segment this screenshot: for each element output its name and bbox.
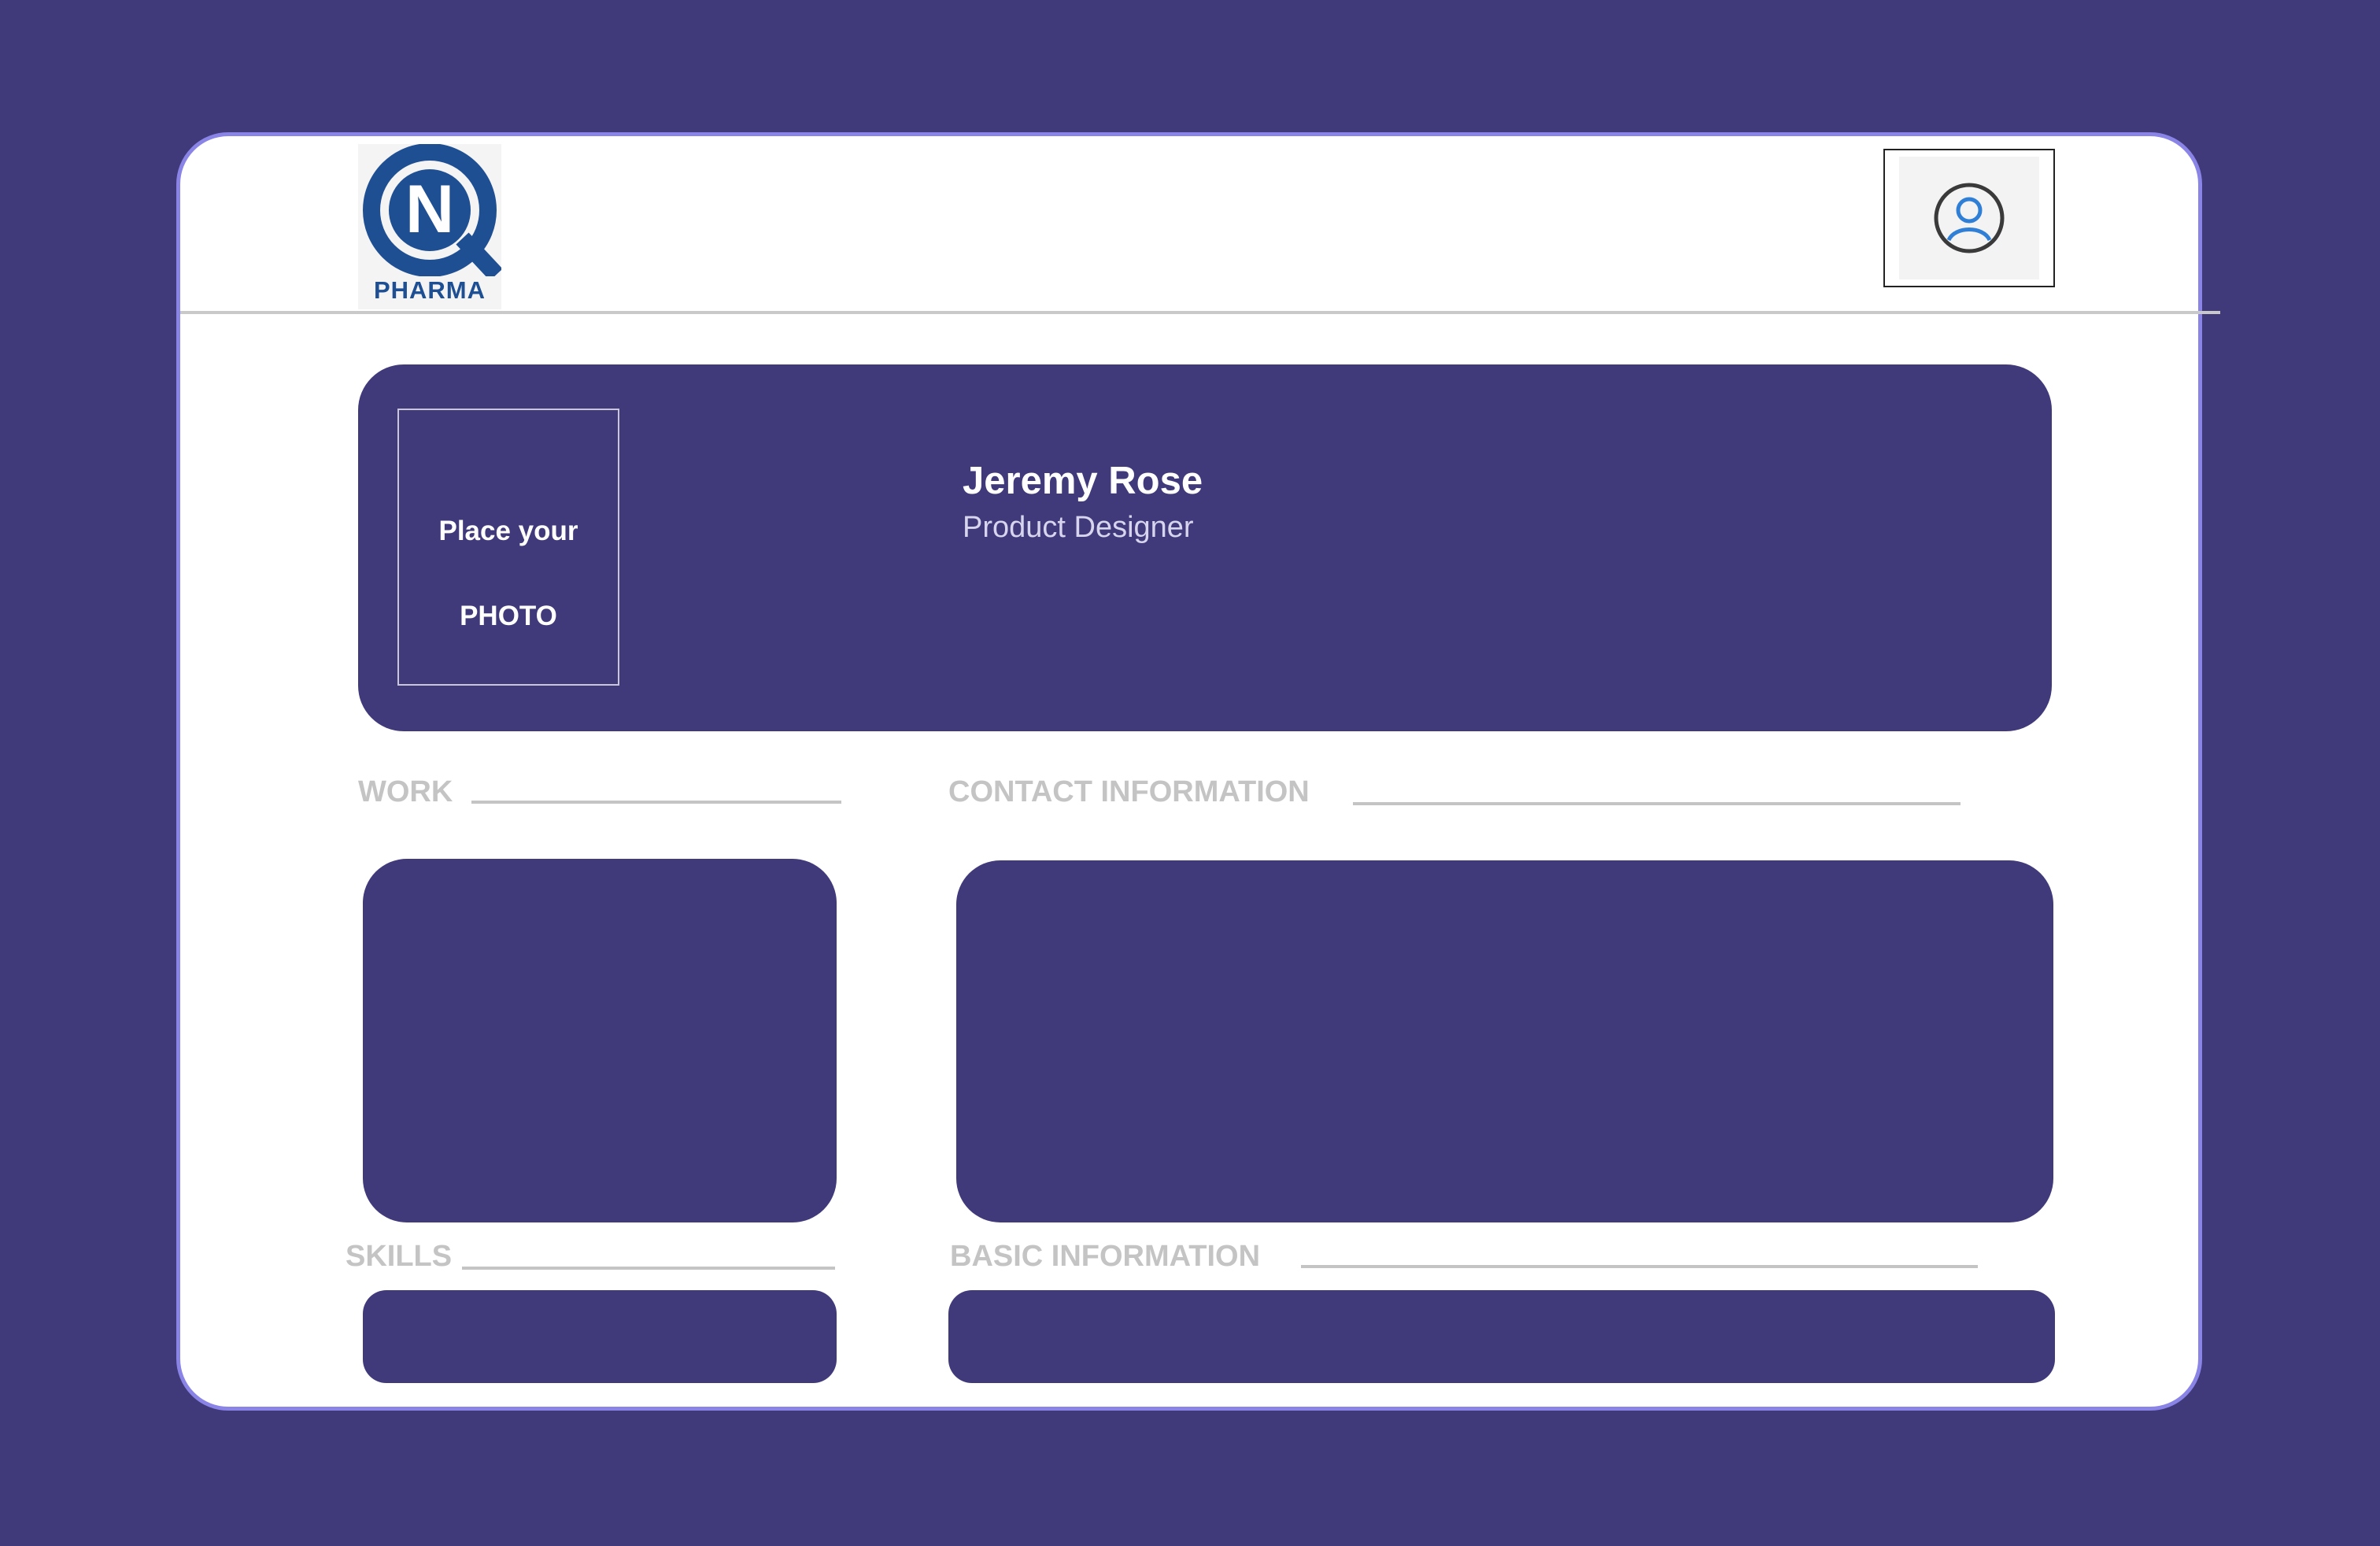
photo-placeholder[interactable]: Place your PHOTO <box>397 409 619 686</box>
basic-panel <box>948 1290 2055 1383</box>
contact-rule <box>1353 802 1961 805</box>
profile-avatar-button[interactable] <box>1883 149 2055 287</box>
user-circle-icon <box>1934 183 2005 253</box>
profile-title: Product Designer <box>963 511 1194 544</box>
photo-placeholder-line1: Place your <box>438 516 578 546</box>
work-rule <box>471 801 841 804</box>
basic-rule <box>1301 1265 1978 1268</box>
profile-banner: Place your PHOTO Jeremy Rose Product Des… <box>358 364 2052 731</box>
profile-name: Jeremy Rose <box>963 460 1203 502</box>
header-divider <box>180 311 2220 314</box>
section-title-basic: BASIC INFORMATION <box>950 1240 1261 1273</box>
photo-placeholder-line2: PHOTO <box>460 601 557 631</box>
npharma-logo[interactable]: N PHARMA <box>358 144 501 309</box>
section-title-work: WORK <box>358 775 453 808</box>
section-title-skills: SKILLS <box>346 1240 453 1273</box>
avatar-frame <box>1899 157 2039 279</box>
profile-card: N PHARMA Place your PHOTO Jeremy Rose Pr… <box>176 132 2220 1411</box>
logo-text: PHARMA <box>373 276 486 304</box>
section-title-contact: CONTACT INFORMATION <box>948 775 1310 808</box>
svg-text:N: N <box>405 172 454 247</box>
contact-panel <box>956 860 2053 1222</box>
skills-rule <box>462 1267 835 1270</box>
work-panel <box>363 859 837 1222</box>
logo-mark-icon: N <box>363 144 501 276</box>
skills-panel <box>363 1290 837 1383</box>
